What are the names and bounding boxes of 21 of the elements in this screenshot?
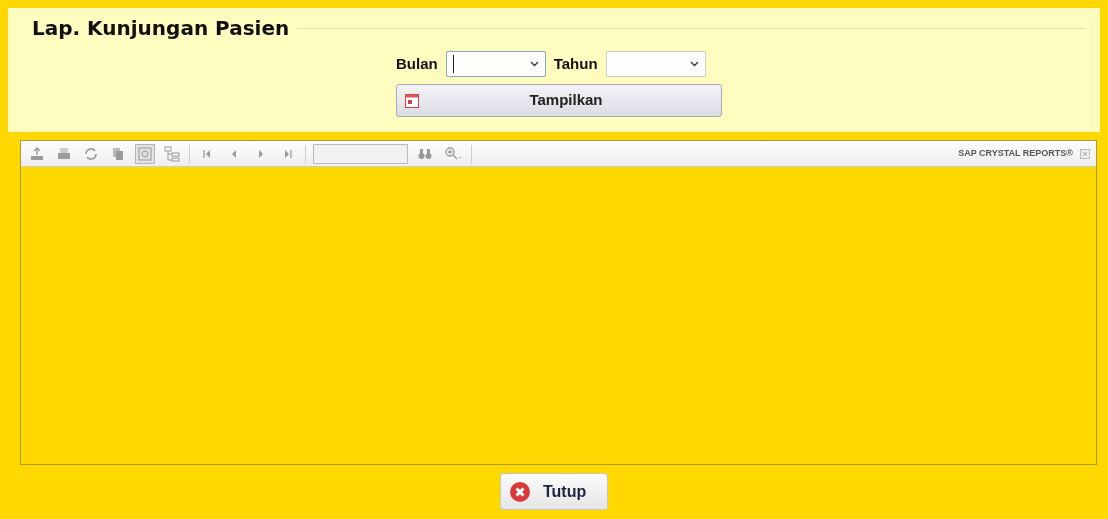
close-icon [509,480,531,503]
refresh-icon[interactable] [83,145,99,162]
show-button[interactable]: Tampilkan [396,84,722,117]
export-icon[interactable] [29,145,45,162]
field-label: Bulan [396,53,438,74]
caret-icon [689,61,699,67]
print-icon[interactable] [56,145,72,162]
copy-icon[interactable] [110,145,126,162]
page-field[interactable] [313,143,408,164]
dropdown-field[interactable] [445,51,546,77]
zoom-icon[interactable] [444,145,462,162]
report-icon [405,93,419,108]
close-icon[interactable] [1080,148,1090,159]
brand-text: SAP CRYSTAL REPORTS® [958,146,1073,160]
field-label: Tahun [553,53,598,74]
tree-icon[interactable] [164,145,180,162]
dropdown-field[interactable] [605,51,706,77]
close-button[interactable]: Tutup [500,473,608,510]
help-icon[interactable] [137,145,153,162]
caret-icon [529,61,539,67]
form-title: Lap. Kunjungan Pasien [32,18,290,38]
